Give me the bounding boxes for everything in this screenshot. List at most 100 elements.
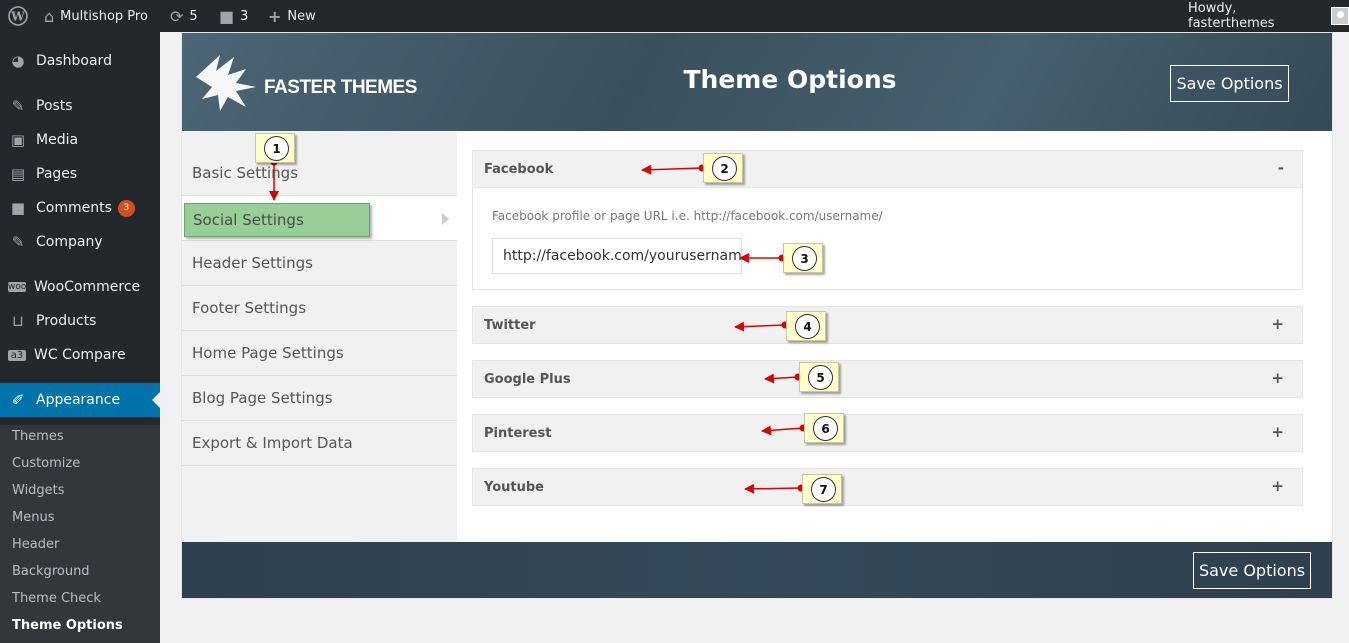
nav-item-label: Blog Page Settings <box>192 389 333 407</box>
nav-item-label: Footer Settings <box>192 299 307 317</box>
settings-nav: Basic Settings Social Settings Header Se… <box>182 131 457 542</box>
svg-text:W: W <box>10 10 25 24</box>
sidebar-item-woocommerce[interactable]: woo WooCommerce <box>0 270 160 304</box>
nav-item-label: Home Page Settings <box>192 344 344 362</box>
brush-icon: ✐ <box>11 391 25 409</box>
updates-icon: ⟳ <box>170 6 184 26</box>
facebook-url-input[interactable] <box>492 238 742 274</box>
sidebar-item-label: Pages <box>36 166 78 182</box>
section-pinterest-header[interactable]: Pinterest + <box>473 415 1302 451</box>
sidebar-item-appearance[interactable]: ✐ Appearance <box>0 383 160 417</box>
callout-6: 6 <box>804 413 844 443</box>
theme-options-panel: FASTER THEMES Theme Options Save Options… <box>181 32 1333 599</box>
sidebar-item-label: Company <box>36 234 103 250</box>
callout-number: 3 <box>792 246 817 271</box>
section-title: Facebook <box>484 161 554 177</box>
expand-toggle[interactable]: + <box>1271 315 1284 333</box>
section-twitter: Twitter + <box>472 306 1303 344</box>
section-youtube: Youtube + <box>472 468 1303 506</box>
wordpress-logo-icon[interactable]: W <box>8 0 28 32</box>
nav-item-label: Basic Settings <box>192 164 299 182</box>
collapse-toggle[interactable]: - <box>1278 159 1284 177</box>
comments-link[interactable]: ■ 3 <box>219 0 248 32</box>
submenu-item-background[interactable]: Background <box>12 564 90 579</box>
submenu-item-menus[interactable]: Menus <box>12 510 54 525</box>
facebook-field-description: Facebook profile or page URL i.e. http:/… <box>492 209 883 223</box>
section-facebook: Facebook - Facebook profile or page URL … <box>472 150 1303 290</box>
section-title: Twitter <box>484 317 536 333</box>
callout-1: 1 <box>255 133 295 163</box>
plus-icon: + <box>268 6 282 26</box>
expand-toggle[interactable]: + <box>1271 369 1284 387</box>
section-youtube-header[interactable]: Youtube + <box>473 469 1302 505</box>
callout-7: 7 <box>802 474 842 504</box>
section-title: Google Plus <box>484 371 571 387</box>
submenu-item-themes[interactable]: Themes <box>12 429 64 444</box>
sidebar-item-comments[interactable]: ■ Comments 3 <box>0 191 160 225</box>
submenu-item-header[interactable]: Header <box>12 537 59 552</box>
callout-number: 6 <box>813 416 838 441</box>
section-facebook-header[interactable]: Facebook - <box>473 151 1302 187</box>
nav-item-social-settings[interactable]: Social Settings <box>182 196 457 241</box>
nav-item-blog-page-settings[interactable]: Blog Page Settings <box>182 376 457 421</box>
new-label: New <box>287 8 316 24</box>
callout-3: 3 <box>783 243 823 273</box>
sidebar-item-posts[interactable]: ✎ Posts <box>0 89 160 123</box>
sidebar-item-label: Appearance <box>36 392 121 408</box>
sidebar-item-company[interactable]: ✎ Company <box>0 225 160 259</box>
nav-item-header-settings[interactable]: Header Settings <box>182 241 457 286</box>
callout-2: 2 <box>703 153 743 183</box>
account-menu[interactable]: Howdy, fasterthemes <box>1188 0 1349 32</box>
cart-icon: ⊔ <box>12 312 24 330</box>
section-google-plus: Google Plus + <box>472 360 1303 398</box>
expand-toggle[interactable]: + <box>1271 477 1284 495</box>
sidebar-item-dashboard[interactable]: ◕ Dashboard <box>0 44 160 78</box>
sidebar-item-pages[interactable]: ▤ Pages <box>0 157 160 191</box>
nav-item-label-highlight: Social Settings <box>184 203 370 237</box>
pages-icon: ▤ <box>10 165 26 183</box>
expand-toggle[interactable]: + <box>1271 423 1284 441</box>
callout-number: 2 <box>712 156 737 181</box>
callout-number: 1 <box>264 136 289 161</box>
updates-link[interactable]: ⟳ 5 <box>170 0 198 32</box>
submenu-item-widgets[interactable]: Widgets <box>12 483 65 498</box>
section-pinterest: Pinterest + <box>472 414 1303 452</box>
greeting: Howdy, fasterthemes <box>1188 1 1275 31</box>
sidebar-item-wc-compare[interactable]: a3 WC Compare <box>0 338 160 372</box>
updates-count: 5 <box>189 8 198 24</box>
submenu-item-customize[interactable]: Customize <box>12 456 80 471</box>
sidebar-item-label: Dashboard <box>36 53 112 69</box>
woo-icon: woo <box>8 282 27 292</box>
footer-save-options-button[interactable]: Save Options <box>1193 552 1311 589</box>
home-icon: ⌂ <box>44 6 55 26</box>
admin-bar: W ⌂ Multishop Pro ⟳ 5 ■ 3 + New Howdy, f… <box>0 0 1349 32</box>
site-name: Multishop Pro <box>60 8 148 24</box>
nav-item-label: Social Settings <box>193 211 304 229</box>
sidebar-item-label: Products <box>36 313 97 329</box>
nav-item-label: Header Settings <box>192 254 313 272</box>
media-icon: ▣ <box>10 131 26 149</box>
nav-item-export-import[interactable]: Export & Import Data <box>182 421 457 466</box>
nav-item-basic-settings[interactable]: Basic Settings <box>182 151 457 196</box>
sidebar-item-label: WooCommerce <box>34 279 141 295</box>
a3-icon: a3 <box>8 349 26 361</box>
comments-badge: 3 <box>117 199 135 217</box>
callout-4: 4 <box>786 311 826 341</box>
appearance-submenu: Themes Customize Widgets Menus Header Ba… <box>0 425 160 643</box>
avatar <box>1331 7 1349 25</box>
nav-item-home-page-settings[interactable]: Home Page Settings <box>182 331 457 376</box>
panel-footer: Save Options <box>182 542 1332 598</box>
section-twitter-header[interactable]: Twitter + <box>473 307 1302 343</box>
submenu-item-theme-check[interactable]: Theme Check <box>12 591 101 606</box>
site-name-link[interactable]: ⌂ Multishop Pro <box>44 0 148 32</box>
section-google-plus-header[interactable]: Google Plus + <box>473 361 1302 397</box>
comment-icon: ■ <box>10 199 26 217</box>
sidebar-item-media[interactable]: ▣ Media <box>0 123 160 157</box>
comments-count: 3 <box>240 8 249 24</box>
new-content-link[interactable]: + New <box>268 0 316 32</box>
save-options-button[interactable]: Save Options <box>1170 65 1289 102</box>
submenu-item-theme-options[interactable]: Theme Options <box>12 618 123 633</box>
sidebar-item-products[interactable]: ⊔ Products <box>0 304 160 338</box>
pin-icon: ✎ <box>11 97 25 115</box>
nav-item-footer-settings[interactable]: Footer Settings <box>182 286 457 331</box>
